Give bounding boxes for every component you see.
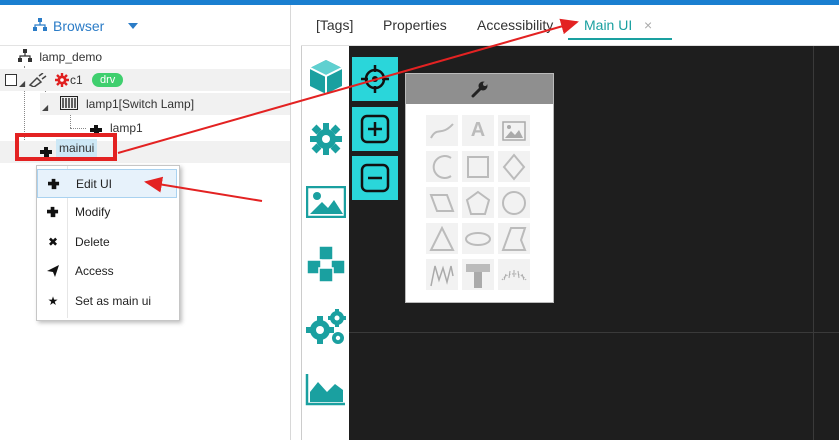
text-tool-label: A: [470, 119, 486, 141]
tree-item-channel[interactable]: ◢ c1 drv: [0, 69, 290, 91]
checkbox[interactable]: [5, 74, 17, 86]
menu-item-edit-ui[interactable]: Edit UI: [37, 169, 177, 198]
tree-line: [70, 128, 86, 129]
palette-header[interactable]: [406, 74, 553, 104]
menu-item-access[interactable]: Access: [37, 257, 177, 286]
menu-item-set-main-ui[interactable]: ★ Set as main ui: [37, 287, 177, 316]
gear-icon[interactable]: [309, 122, 343, 156]
ellipse-tool-icon[interactable]: [462, 223, 494, 254]
driver-badge: drv: [92, 73, 124, 87]
star-icon: ★: [47, 293, 59, 308]
rect-tool-icon[interactable]: [462, 151, 494, 182]
plug-icon: [28, 73, 47, 87]
wave-tool-icon[interactable]: [426, 259, 458, 290]
context-menu: Edit UI Modify ✖ Delete Access ★ Set as …: [36, 165, 180, 321]
trapezoid-tool-icon[interactable]: [498, 223, 530, 254]
tab-accessibility[interactable]: Accessibility: [477, 17, 553, 33]
zoom-in-icon: [360, 114, 390, 144]
gear-icon: [55, 73, 69, 87]
menu-item-delete[interactable]: ✖ Delete: [37, 228, 177, 257]
hierarchy-icon: [18, 49, 32, 62]
tab-tags[interactable]: [Tags]: [316, 17, 353, 33]
tree-item-label: lamp1[Switch Lamp]: [86, 97, 195, 111]
triangle-tool-icon[interactable]: [426, 223, 458, 254]
parallelogram-tool-icon[interactable]: [426, 187, 458, 218]
tab-properties[interactable]: Properties: [383, 17, 447, 33]
device-icon: [60, 96, 78, 110]
tree-item-device[interactable]: ◢ lamp1[Switch Lamp]: [40, 93, 290, 115]
cube-icon[interactable]: [307, 58, 345, 96]
tree-item-label: lamp_demo: [39, 50, 103, 64]
image-icon[interactable]: [306, 186, 346, 218]
canvas-grid-line: [349, 332, 839, 333]
arc-tool-icon[interactable]: [426, 151, 458, 182]
pan-button[interactable]: [352, 57, 398, 101]
gauge-tool-icon[interactable]: [498, 259, 530, 290]
text-tool-icon[interactable]: A: [462, 115, 494, 146]
menu-item-label: Edit UI: [76, 177, 113, 191]
send-icon: [47, 265, 59, 277]
highlight-box: [15, 133, 117, 161]
tree-item-root[interactable]: lamp_demo: [18, 46, 290, 68]
circle-tool-icon[interactable]: [498, 187, 530, 218]
close-icon: ✖: [47, 234, 59, 249]
cubes-icon[interactable]: [304, 244, 348, 284]
chevron-down-icon[interactable]: [128, 23, 138, 29]
diamond-tool-icon[interactable]: [498, 151, 530, 182]
expand-triangle-icon[interactable]: ◢: [19, 73, 25, 95]
tree-item-tag[interactable]: lamp1: [88, 117, 290, 139]
expand-triangle-icon[interactable]: ◢: [42, 97, 48, 119]
menu-item-label: Access: [75, 264, 114, 278]
zoom-in-button[interactable]: [352, 107, 398, 151]
image-tool-icon[interactable]: [498, 115, 530, 146]
browser-title: Browser: [53, 18, 105, 34]
browser-header[interactable]: Browser: [0, 5, 290, 46]
tree-item-label: c1: [70, 73, 83, 87]
zoom-out-icon: [360, 163, 390, 193]
zoom-out-button[interactable]: [352, 156, 398, 200]
menu-item-label: Set as main ui: [75, 294, 152, 308]
component-toolbar: [301, 46, 350, 440]
area-chart-icon[interactable]: [305, 372, 347, 406]
gears-icon[interactable]: [305, 308, 347, 346]
menu-item-modify[interactable]: Modify: [37, 198, 177, 227]
pipe-tool-icon[interactable]: [462, 259, 494, 290]
close-icon[interactable]: ×: [644, 17, 652, 33]
hierarchy-icon: [33, 18, 47, 31]
line-tool-icon[interactable]: [426, 115, 458, 146]
puzzle-icon: [48, 178, 60, 190]
active-tab-underline: [568, 38, 672, 40]
pentagon-tool-icon[interactable]: [462, 187, 494, 218]
wrench-icon: [471, 81, 487, 98]
menu-item-label: Modify: [75, 205, 111, 219]
tab-main-ui[interactable]: Main UI: [584, 17, 632, 33]
drawing-palette: A: [405, 73, 554, 303]
canvas-grid-line: [813, 46, 814, 440]
crosshair-icon: [361, 65, 389, 93]
menu-item-label: Delete: [75, 235, 110, 249]
puzzle-icon: [47, 206, 59, 218]
